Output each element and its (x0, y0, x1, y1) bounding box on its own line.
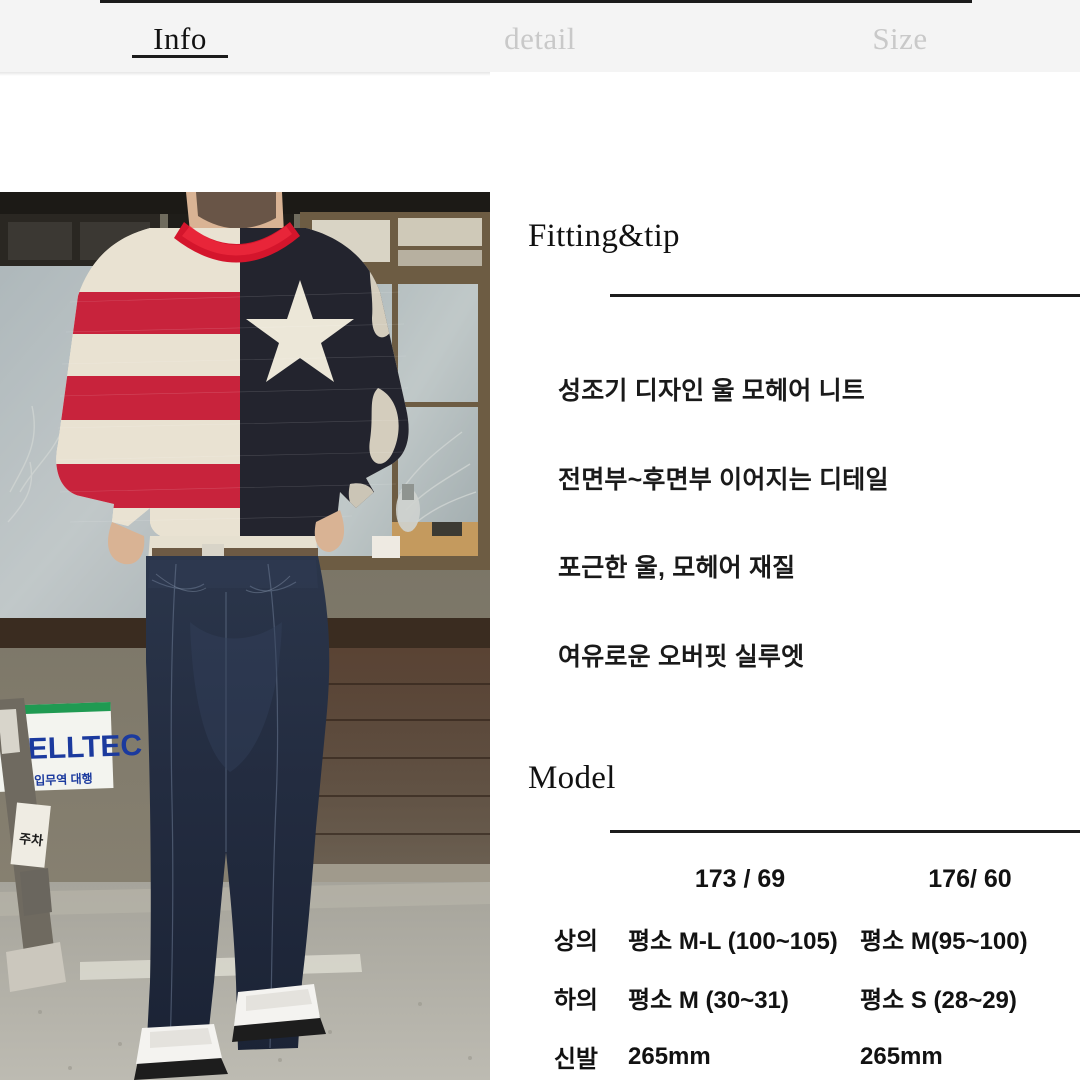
right-shoe (232, 984, 326, 1042)
fitting-bullet-2: 전면부~후면부 이어지는 디테일 (558, 466, 889, 494)
tab-detail-label: detail (504, 20, 576, 56)
row-label-top: 상의 (553, 928, 598, 955)
product-photo[interactable]: CELLTEC 수입무역 대행 주차 (0, 192, 490, 1080)
row-bottom-model-a: 평소 M (30~31) (628, 987, 789, 1014)
tab-active-indicator (132, 55, 228, 58)
row-shoes-model-b: 265mm (860, 1042, 943, 1070)
model-header-blank (490, 850, 620, 909)
table-row: 하의 평소 M (30~31) 평소 S (28~29) (490, 968, 1080, 1027)
model-rule (610, 830, 1080, 833)
model-heading: Model (528, 760, 616, 796)
table-row: 신발 265mm 265mm (490, 1027, 1080, 1086)
tab-list: Info detail Size (0, 0, 1080, 72)
tab-size-indicator (852, 55, 948, 58)
row-bottom-model-b: 평소 S (28~29) (860, 987, 1017, 1014)
model-header-b: 176/ 60 (928, 865, 1012, 893)
fitting-tip-rule (610, 294, 1080, 297)
fitting-bullet-3: 포근한 울, 모헤어 재질 (558, 554, 796, 582)
tab-detail-indicator (492, 55, 588, 58)
tab-info[interactable]: Info (0, 0, 360, 72)
svg-text:주차: 주차 (18, 831, 43, 848)
table-header-row: 173 / 69 176/ 60 (490, 850, 1080, 909)
fitting-tip-heading: Fitting&tip (528, 218, 680, 254)
tab-info-label: Info (153, 20, 207, 56)
fitting-bullet-1: 성조기 디자인 울 모헤어 니트 (558, 377, 865, 405)
tab-size-label: Size (872, 20, 928, 56)
table-row: 상의 평소 M-L (100~105) 평소 M(95~100) (490, 909, 1080, 968)
row-shoes-model-a: 265mm (628, 1042, 711, 1070)
tab-size[interactable]: Size (720, 0, 1080, 72)
row-label-shoes: 신발 (553, 1046, 598, 1073)
model-measurements-table: 173 / 69 176/ 60 상의 평소 M-L (100~105) 평소 … (490, 850, 1080, 1086)
row-top-model-b: 평소 M(95~100) (860, 928, 1028, 955)
model-header-a: 173 / 69 (694, 865, 786, 893)
fitting-bullet-4: 여유로운 오버핏 실루엣 (558, 643, 805, 671)
row-top-model-a: 평소 M-L (100~105) (628, 928, 838, 955)
tab-detail[interactable]: detail (360, 0, 720, 72)
product-info-panel: Fitting&tip 성조기 디자인 울 모헤어 니트 전면부~후면부 이어지… (490, 72, 1080, 1080)
product-tab-bar: Info detail Size (0, 0, 1080, 72)
row-label-bottom: 하의 (553, 987, 598, 1014)
product-photo-image: CELLTEC 수입무역 대행 주차 (0, 192, 490, 1080)
left-shoe (134, 1024, 228, 1080)
